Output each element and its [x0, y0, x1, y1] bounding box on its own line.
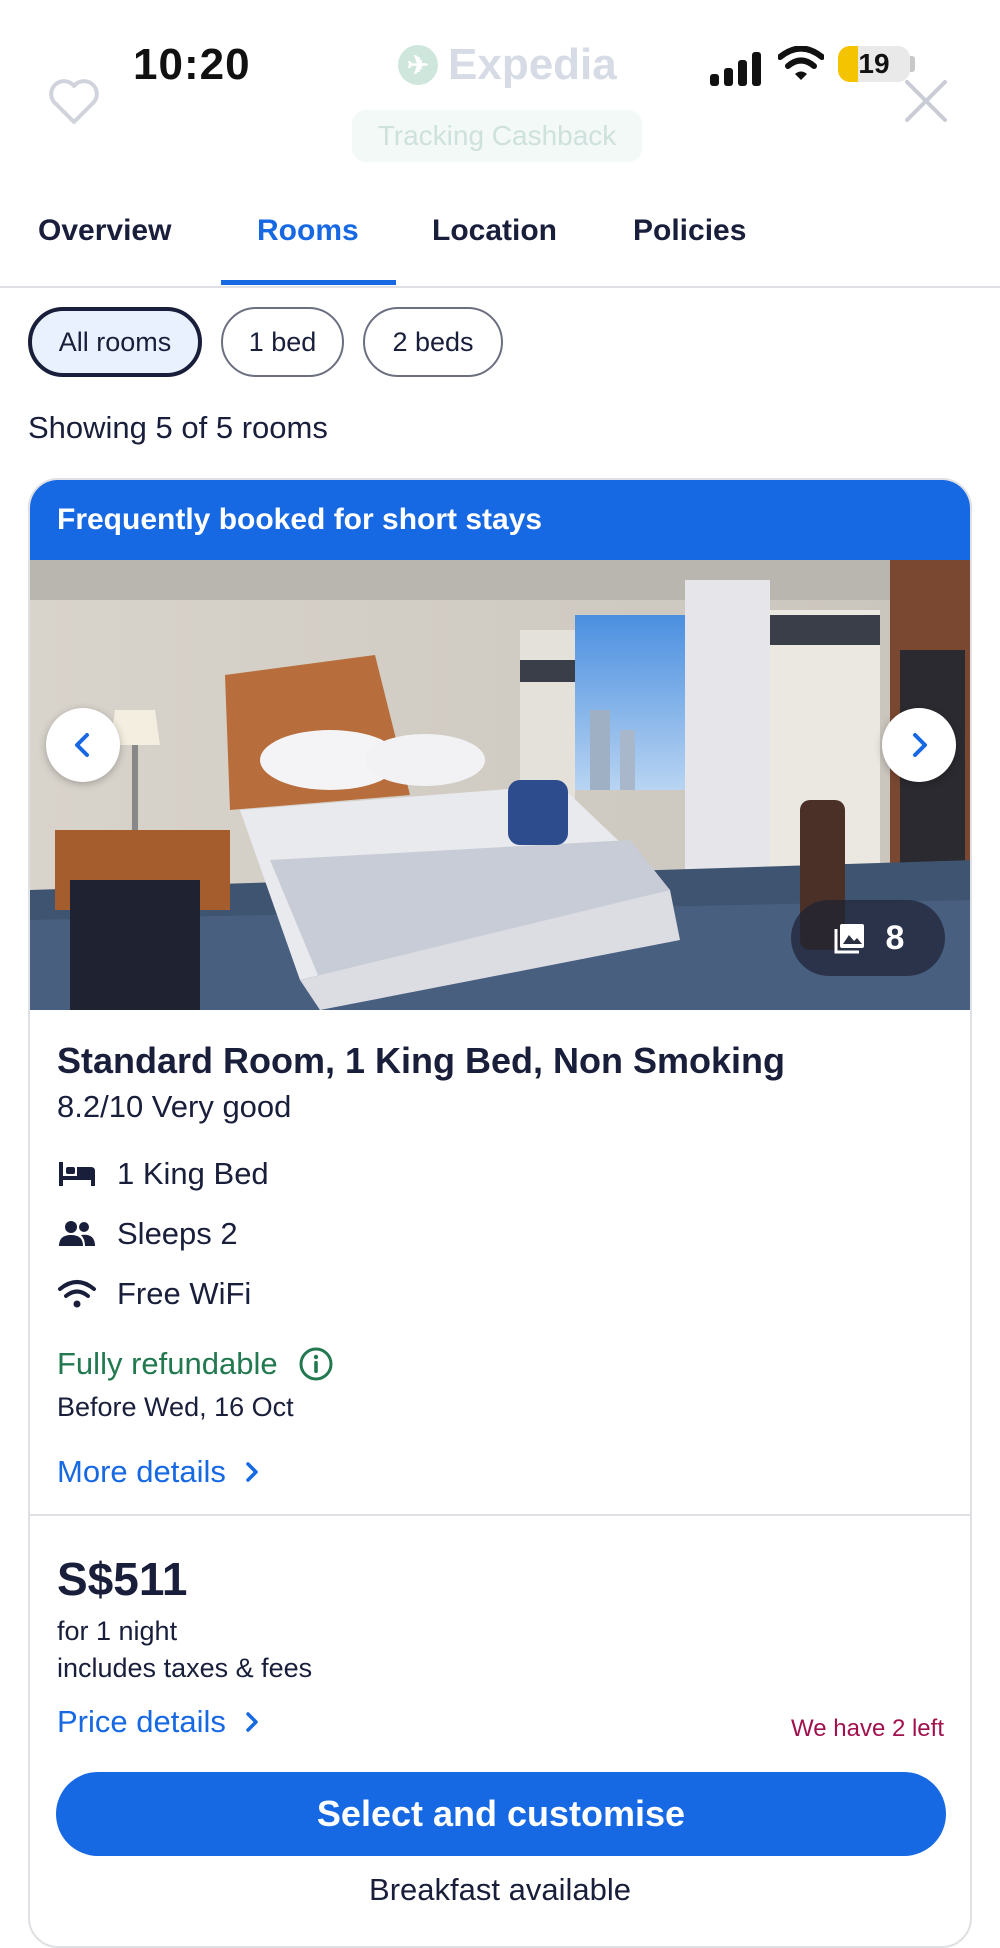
amenity-sleeps: Sleeps 2 [57, 1216, 238, 1252]
refund-policy: Fully refundable [57, 1346, 334, 1382]
wifi-status-icon [778, 46, 824, 80]
cellular-signal-icon [710, 52, 761, 86]
wifi-icon [58, 1280, 96, 1308]
chevron-left-icon [75, 733, 89, 757]
filter-all-rooms[interactable]: All rooms [28, 307, 202, 377]
expedia-logo-icon: ✈ [398, 45, 438, 85]
room-photo[interactable]: 8 [30, 560, 970, 1010]
amenity-label: Sleeps 2 [117, 1216, 238, 1251]
favorite-heart-icon[interactable] [48, 76, 100, 126]
battery-level: 19 [858, 48, 890, 79]
tab-overview[interactable]: Overview [38, 214, 171, 248]
people-icon [59, 1221, 95, 1246]
close-icon[interactable] [903, 78, 949, 124]
more-details-label: More details [57, 1454, 226, 1489]
active-tab-indicator [221, 280, 396, 285]
price-note: includes taxes & fees [57, 1653, 313, 1683]
room-title: Standard Room, 1 King Bed, Non Smoking [57, 1040, 786, 1081]
filter-1-bed[interactable]: 1 bed [221, 307, 344, 377]
tracking-cashback-badge: Tracking Cashback [352, 110, 642, 162]
status-time: 10:20 [133, 40, 251, 89]
info-icon[interactable] [298, 1346, 334, 1382]
photo-count: 8 [885, 918, 905, 957]
amenity-label: Free WiFi [117, 1276, 252, 1311]
chevron-right-icon [246, 1462, 258, 1482]
bed-icon [59, 1162, 95, 1186]
room-card: Frequently booked for short stays 8 Stan… [28, 478, 972, 1948]
next-photo-button[interactable] [882, 708, 956, 782]
room-banner: Frequently booked for short stays [30, 480, 970, 560]
battery-tip [910, 56, 915, 72]
room-price: S$511 [57, 1553, 188, 1605]
breakfast-note: Breakfast available [369, 1872, 631, 1907]
tab-rooms[interactable]: Rooms [257, 214, 359, 248]
refund-label: Fully refundable [57, 1346, 278, 1381]
photo-gallery-button[interactable]: 8 [791, 900, 945, 976]
more-details-link[interactable]: More details [57, 1454, 262, 1490]
results-count: Showing 5 of 5 rooms [28, 410, 328, 445]
price-period: for 1 night [57, 1616, 178, 1646]
chevron-right-icon [246, 1712, 258, 1732]
room-rating: 8.2/10 Very good [57, 1089, 292, 1124]
tab-location[interactable]: Location [432, 214, 557, 248]
price-details-label: Price details [57, 1704, 226, 1739]
tab-policies[interactable]: Policies [633, 214, 746, 248]
availability-badge: We have 2 left [791, 1715, 944, 1742]
brand-name: Expedia [448, 40, 617, 89]
battery-icon: 19 [838, 46, 910, 82]
gallery-icon [834, 924, 864, 954]
section-divider [30, 1514, 970, 1516]
tab-bar: Overview Rooms Location Policies [0, 200, 1000, 288]
brand: ✈ Expedia [398, 40, 617, 90]
amenity-label: 1 King Bed [117, 1156, 269, 1191]
price-details-link[interactable]: Price details [57, 1704, 262, 1740]
filter-2-beds[interactable]: 2 beds [363, 307, 503, 377]
select-and-customise-button[interactable]: Select and customise [56, 1772, 946, 1856]
amenity-bed: 1 King Bed [57, 1156, 269, 1192]
amenity-wifi: Free WiFi [57, 1276, 251, 1312]
prev-photo-button[interactable] [46, 708, 120, 782]
chevron-right-icon [913, 733, 927, 757]
refund-deadline: Before Wed, 16 Oct [57, 1392, 294, 1422]
